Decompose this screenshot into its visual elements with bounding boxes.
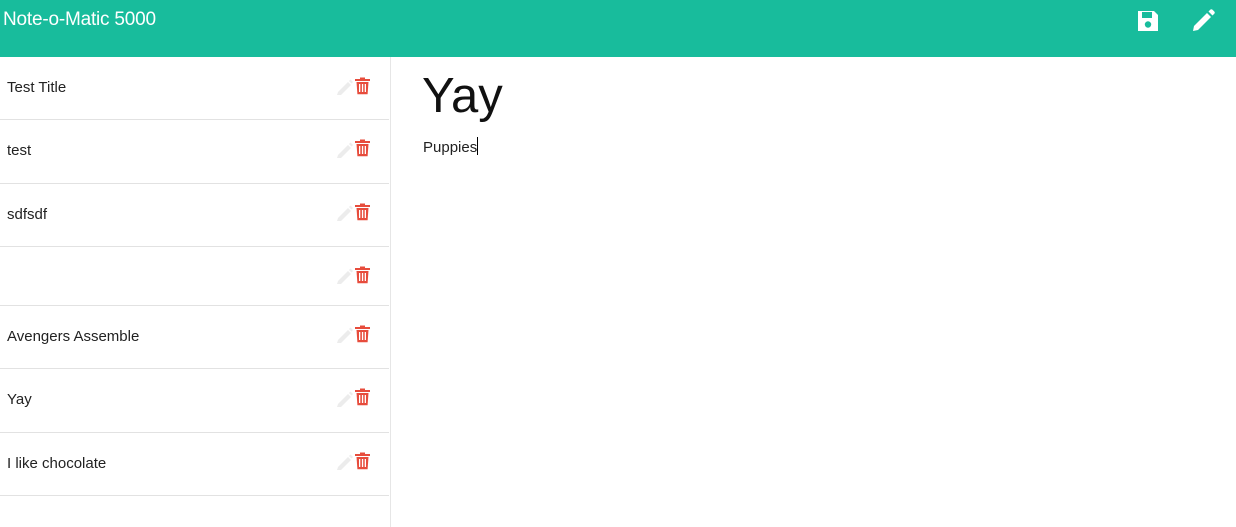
note-title: Yay — [7, 391, 32, 408]
list-item[interactable]: I like chocolate — [0, 433, 389, 496]
trash-icon[interactable] — [354, 77, 371, 95]
save-icon[interactable] — [1134, 7, 1162, 35]
trash-icon[interactable] — [354, 388, 371, 406]
new-note-pencil-icon[interactable] — [1189, 7, 1217, 35]
pencil-icon — [337, 268, 353, 284]
list-item[interactable]: Yay — [0, 369, 389, 433]
note-title: I like chocolate — [7, 455, 107, 472]
note-title: Test Title — [7, 79, 67, 96]
note-list: Test Title test sdfsdf Avengers Assemble… — [0, 57, 391, 527]
text-caret — [477, 137, 479, 155]
note-editor: Yay Puppies — [391, 57, 1236, 527]
trash-icon[interactable] — [354, 452, 371, 470]
list-item[interactable]: sdfsdf — [0, 184, 389, 247]
trash-icon[interactable] — [354, 139, 371, 157]
trash-icon[interactable] — [354, 266, 371, 284]
list-item[interactable]: Test Title — [0, 57, 389, 120]
note-title: sdfsdf — [7, 206, 48, 223]
app-brand[interactable]: Note-o-Matic 5000 — [3, 9, 156, 31]
pencil-icon — [337, 327, 353, 343]
note-text-area[interactable]: Puppies — [423, 137, 479, 156]
note-title: Avengers Assemble — [7, 328, 140, 345]
trash-icon[interactable] — [354, 203, 371, 221]
note-text: Puppies — [423, 139, 478, 156]
list-item[interactable]: test — [0, 120, 389, 184]
pencil-icon — [337, 205, 353, 221]
pencil-icon — [337, 454, 353, 470]
pencil-icon — [337, 79, 353, 95]
navbar: Note-o-Matic 5000 — [0, 0, 1236, 57]
trash-icon[interactable] — [354, 325, 371, 343]
pencil-icon — [337, 142, 353, 158]
list-item[interactable]: Avengers Assemble — [0, 306, 389, 369]
list-item[interactable] — [0, 247, 389, 306]
note-title: test — [7, 142, 32, 159]
pencil-icon — [337, 391, 353, 407]
note-title-input[interactable]: Yay — [422, 69, 503, 123]
